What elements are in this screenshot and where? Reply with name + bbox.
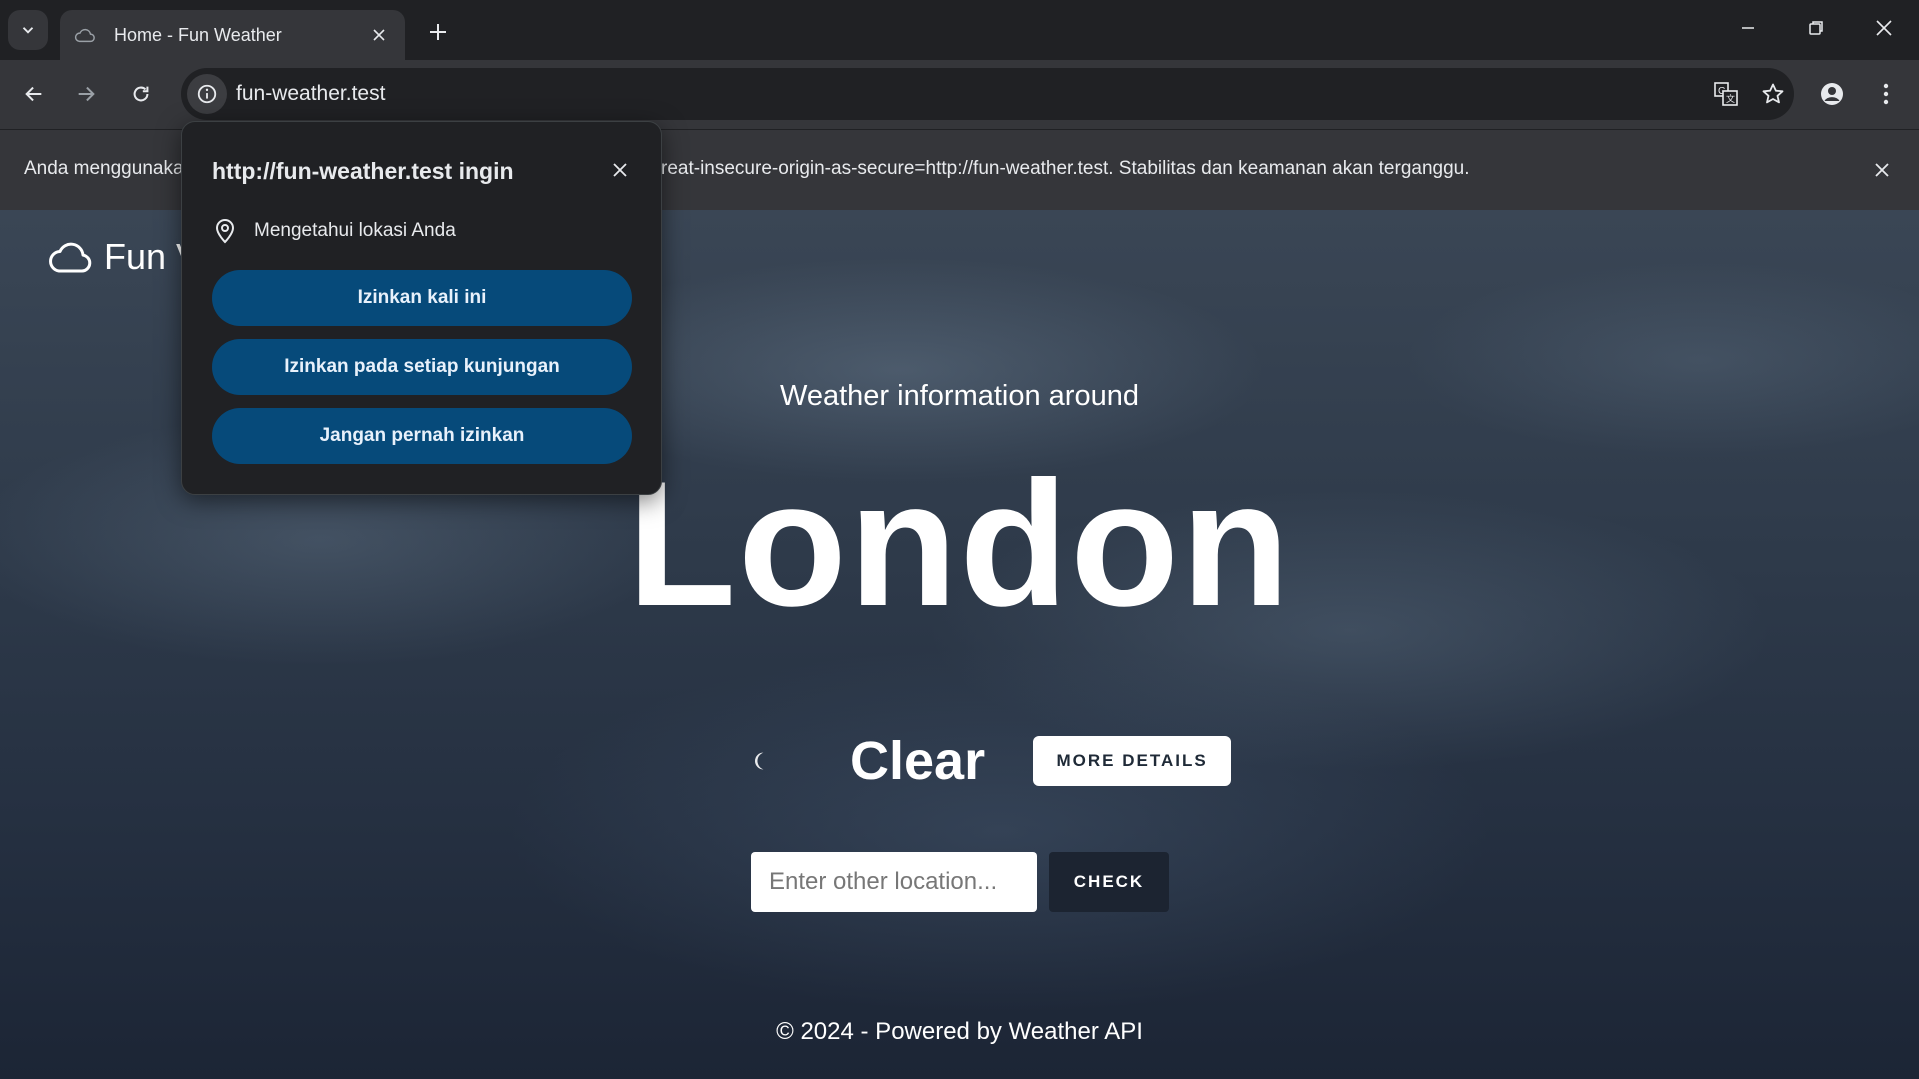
translate-button[interactable]: G文	[1708, 76, 1744, 112]
tab-strip: Home - Fun Weather	[0, 0, 1919, 60]
star-icon	[1762, 83, 1784, 104]
forward-button[interactable]	[66, 74, 106, 114]
location-pin-icon	[215, 219, 235, 244]
close-icon	[1876, 20, 1892, 36]
back-button[interactable]	[14, 74, 54, 114]
plus-icon	[430, 24, 446, 40]
cloud-icon	[74, 23, 98, 47]
reload-button[interactable]	[121, 74, 161, 114]
reload-icon	[133, 86, 149, 102]
tab-title: Home - Fun Weather	[114, 24, 282, 45]
infobar-close-button[interactable]	[1864, 152, 1900, 188]
tab-home[interactable]: Home - Fun Weather	[60, 10, 405, 60]
permission-text: Mengetahui lokasi Anda	[254, 220, 456, 241]
location-input[interactable]	[751, 852, 1037, 912]
profile-button[interactable]	[1812, 74, 1852, 114]
url-text[interactable]: fun-weather.test	[236, 82, 385, 106]
profile-icon	[1821, 83, 1843, 105]
arrow-left-icon	[25, 86, 42, 102]
close-icon	[1875, 163, 1889, 177]
minimize-icon	[1742, 27, 1754, 29]
cloud-icon	[49, 242, 92, 273]
location-permission-popup: http://fun-weather.test ingin Mengetahui…	[181, 121, 662, 495]
infobar-text-left: Anda menggunaka	[24, 158, 184, 179]
arrow-right-icon	[78, 86, 95, 102]
check-button[interactable]: CHECK	[1049, 852, 1169, 912]
infobar-text-right: reat-insecure-origin-as-secure=http://fu…	[661, 158, 1470, 179]
footer-text: © 2024 - Powered by Weather API	[776, 1018, 1143, 1045]
close-icon	[613, 163, 627, 177]
restore-button[interactable]	[1788, 8, 1844, 48]
tab-search-button[interactable]	[8, 10, 48, 50]
site-logo[interactable]: Fun V	[48, 236, 200, 278]
info-icon	[197, 84, 217, 104]
popup-title: http://fun-weather.test ingin	[212, 158, 514, 184]
svg-text:文: 文	[1726, 93, 1735, 104]
popup-close-button[interactable]	[604, 154, 636, 186]
browser-toolbar: fun-weather.test G文	[0, 60, 1919, 129]
more-details-button[interactable]: MORE DETAILS	[1033, 736, 1232, 786]
site-info-button[interactable]	[187, 74, 227, 114]
address-bar[interactable]: fun-weather.test G文	[181, 68, 1794, 120]
permission-row: Mengetahui lokasi Anda	[214, 218, 456, 244]
moon-icon	[740, 741, 780, 781]
bookmark-button[interactable]	[1755, 76, 1791, 112]
condition-row: Clear MORE DETAILS	[740, 730, 1232, 792]
weather-condition: Clear	[850, 731, 986, 791]
chevron-down-icon	[22, 27, 34, 34]
allow-always-button[interactable]: Izinkan pada setiap kunjungan	[212, 339, 632, 395]
allow-once-button[interactable]: Izinkan kali ini	[212, 270, 632, 326]
minimize-button[interactable]	[1720, 8, 1776, 48]
close-tab-icon[interactable]	[367, 23, 391, 47]
more-vert-icon	[1883, 83, 1889, 105]
new-tab-button[interactable]	[420, 14, 456, 50]
never-allow-button[interactable]: Jangan pernah izinkan	[212, 408, 632, 464]
translate-icon: G文	[1714, 82, 1738, 106]
close-window-button[interactable]	[1856, 8, 1912, 48]
menu-button[interactable]	[1866, 74, 1906, 114]
restore-icon	[1809, 21, 1823, 35]
